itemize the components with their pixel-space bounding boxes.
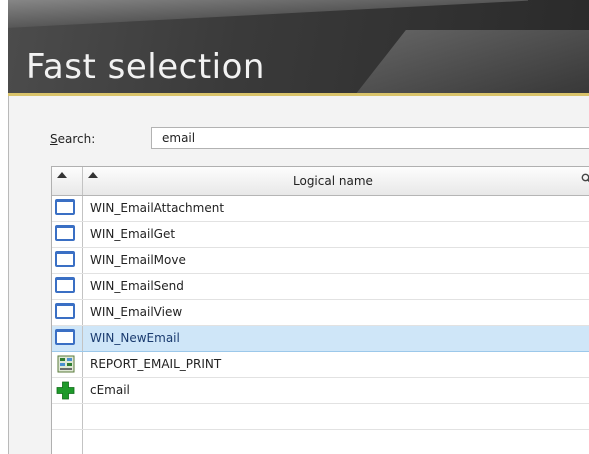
- grid-row[interactable]: WIN_EmailMove: [52, 248, 589, 274]
- grid-row[interactable]: WIN_EmailSend: [52, 274, 589, 300]
- sort-ascending-icon[interactable]: [57, 172, 67, 178]
- report-icon: [57, 355, 75, 373]
- fast-selection-window: Fast selection Search: Logical name WIN_…: [8, 0, 589, 454]
- window-title: Fast selection: [26, 47, 265, 87]
- window-icon: [55, 303, 75, 319]
- row-icon-cell: [52, 274, 83, 299]
- header-accent-line: [8, 93, 589, 96]
- logical-name-cell: REPORT_EMAIL_PRINT: [90, 357, 222, 371]
- logical-name-cell: WIN_EmailSend: [90, 279, 184, 293]
- window-icon: [55, 277, 75, 293]
- grid-row[interactable]: cEmail: [52, 378, 589, 404]
- search-input[interactable]: [151, 127, 589, 149]
- row-icon-cell: [52, 196, 83, 221]
- grid-row[interactable]: REPORT_EMAIL_PRINT: [52, 352, 589, 378]
- row-icon-cell: [52, 404, 83, 429]
- logical-name-cell: WIN_EmailAttachment: [90, 201, 225, 215]
- search-row: Search:: [50, 127, 589, 151]
- sort-ascending-icon[interactable]: [88, 172, 98, 178]
- grid-rows: WIN_EmailAttachment WIN_EmailGet WIN_Email…: [52, 196, 589, 454]
- logical-name-column-header[interactable]: Logical name: [293, 174, 373, 188]
- window-icon: [55, 225, 75, 241]
- grid-row[interactable]: WIN_EmailAttachment: [52, 196, 589, 222]
- logical-name-cell: cEmail: [90, 383, 130, 397]
- logical-name-cell: WIN_EmailGet: [90, 227, 176, 241]
- logical-name-cell: WIN_EmailView: [90, 305, 183, 319]
- results-grid: Logical name WIN_EmailAttachment WIN_Emai…: [51, 166, 589, 454]
- logical-name-cell: WIN_EmailMove: [90, 253, 186, 267]
- row-icon-cell: [52, 300, 83, 325]
- magnifier-icon[interactable]: [581, 173, 589, 185]
- row-icon-cell: [52, 326, 83, 351]
- logical-name-cell: WIN_NewEmail: [90, 331, 180, 345]
- search-label-accelerator: S: [50, 132, 58, 146]
- empty-grid-row: [52, 404, 589, 430]
- grid-row[interactable]: WIN_EmailGet: [52, 222, 589, 248]
- empty-grid-row: [52, 430, 589, 454]
- row-icon-cell: [52, 352, 83, 377]
- search-label-text: earch:: [57, 132, 96, 146]
- row-icon-cell: [52, 430, 83, 454]
- grid-row[interactable]: WIN_EmailView: [52, 300, 589, 326]
- grid-header: Logical name: [52, 167, 589, 196]
- row-icon-cell: [52, 222, 83, 247]
- window-icon: [55, 329, 75, 345]
- window-icon: [55, 251, 75, 267]
- class-icon: [56, 381, 75, 400]
- search-label: Search:: [50, 132, 95, 146]
- window-icon: [55, 199, 75, 215]
- window-header: Fast selection: [8, 0, 589, 95]
- row-icon-cell: [52, 378, 83, 403]
- icon-column-header[interactable]: [52, 167, 83, 195]
- grid-row[interactable]: WIN_NewEmail: [52, 326, 589, 352]
- row-icon-cell: [52, 248, 83, 273]
